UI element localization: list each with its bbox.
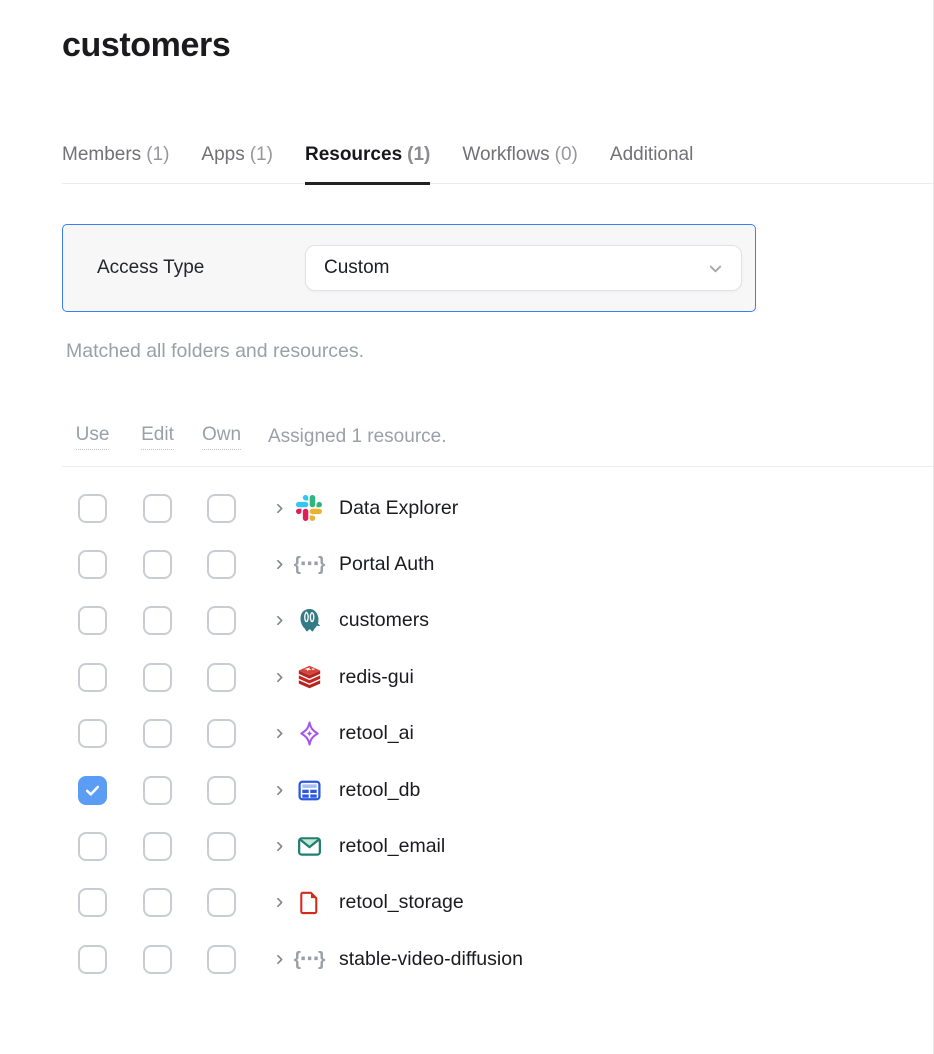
tab-count: (0)	[555, 144, 578, 165]
braces-icon: {⋯}	[295, 551, 323, 579]
postgres-icon	[295, 607, 323, 635]
own-checkbox[interactable]	[207, 494, 236, 523]
edit-checkbox[interactable]	[143, 888, 172, 917]
tab-label: Workflows	[462, 144, 549, 165]
resource-row: retool_storage	[62, 875, 933, 931]
resource-row: retool_db	[62, 762, 933, 818]
chevron-right-icon[interactable]	[273, 502, 286, 515]
resource-row: {⋯} Portal Auth	[62, 536, 933, 592]
chevron-right-icon[interactable]	[273, 784, 286, 797]
use-checkbox[interactable]	[78, 719, 107, 748]
chevron-right-icon[interactable]	[273, 671, 286, 684]
resource-name: customers	[339, 609, 429, 632]
edit-checkbox[interactable]	[143, 719, 172, 748]
resource-row: {⋯} stable-video-diffusion	[62, 931, 933, 987]
chevron-right-icon[interactable]	[273, 614, 286, 627]
resource-list: Data Explorer {⋯} Portal Auth customers …	[62, 480, 933, 988]
resource-row: retool_ai	[62, 706, 933, 762]
tabs: Members(1)Apps(1)Resources(1)Workflows(0…	[62, 144, 933, 184]
use-checkbox[interactable]	[78, 776, 107, 805]
access-type-value: Custom	[324, 257, 389, 279]
own-checkbox[interactable]	[207, 888, 236, 917]
own-checkbox[interactable]	[207, 832, 236, 861]
slack-icon	[295, 494, 323, 522]
edit-checkbox[interactable]	[143, 663, 172, 692]
file-icon	[295, 889, 323, 917]
use-checkbox[interactable]	[78, 550, 107, 579]
page-title: customers	[62, 26, 230, 64]
edit-checkbox[interactable]	[143, 494, 172, 523]
resource-row: retool_email	[62, 818, 933, 874]
resource-name: Data Explorer	[339, 497, 458, 520]
chevron-right-icon[interactable]	[273, 896, 286, 909]
resource-name: stable-video-diffusion	[339, 948, 523, 971]
resource-row: redis-gui	[62, 649, 933, 705]
resource-name: retool_storage	[339, 891, 464, 914]
column-header-edit[interactable]: Edit	[141, 424, 174, 450]
tab-workflows[interactable]: Workflows (0)	[462, 144, 578, 183]
column-header-own[interactable]: Own	[202, 424, 241, 450]
tab-members[interactable]: Members(1)	[62, 144, 169, 183]
edit-checkbox[interactable]	[143, 606, 172, 635]
chevron-right-icon[interactable]	[273, 558, 286, 571]
edit-checkbox[interactable]	[143, 550, 172, 579]
redis-icon	[295, 663, 323, 691]
resource-name: Portal Auth	[339, 553, 434, 576]
assigned-summary: Assigned 1 resource.	[268, 426, 447, 448]
use-checkbox[interactable]	[78, 945, 107, 974]
list-header: Use Edit Own Assigned 1 resource.	[62, 423, 933, 451]
resource-name: retool_ai	[339, 722, 414, 745]
braces-icon: {⋯}	[295, 945, 323, 973]
column-header-use[interactable]: Use	[76, 424, 110, 450]
access-type-select[interactable]: Custom	[305, 245, 742, 291]
use-checkbox[interactable]	[78, 888, 107, 917]
own-checkbox[interactable]	[207, 776, 236, 805]
own-checkbox[interactable]	[207, 550, 236, 579]
tab-label: Members	[62, 144, 141, 165]
use-checkbox[interactable]	[78, 663, 107, 692]
use-checkbox[interactable]	[78, 606, 107, 635]
tab-count: (1)	[407, 144, 430, 165]
own-checkbox[interactable]	[207, 663, 236, 692]
chevron-right-icon[interactable]	[273, 727, 286, 740]
resource-row: customers	[62, 593, 933, 649]
tab-count: (1)	[146, 144, 169, 165]
own-checkbox[interactable]	[207, 945, 236, 974]
chevron-down-icon	[706, 259, 725, 278]
tab-label: Apps	[201, 144, 244, 165]
tab-count: (1)	[250, 144, 273, 165]
edit-checkbox[interactable]	[143, 832, 172, 861]
sparkle-icon	[295, 720, 323, 748]
use-checkbox[interactable]	[78, 832, 107, 861]
edit-checkbox[interactable]	[143, 776, 172, 805]
email-icon	[295, 833, 323, 861]
tab-label: Resources	[305, 144, 402, 165]
chevron-right-icon[interactable]	[273, 953, 286, 966]
own-checkbox[interactable]	[207, 606, 236, 635]
own-checkbox[interactable]	[207, 719, 236, 748]
access-type-label: Access Type	[97, 257, 204, 279]
matched-text: Matched all folders and resources.	[66, 340, 364, 363]
chevron-right-icon[interactable]	[273, 840, 286, 853]
resource-row: Data Explorer	[62, 480, 933, 536]
resource-name: retool_email	[339, 835, 445, 858]
resource-name: retool_db	[339, 779, 420, 802]
divider	[62, 466, 933, 467]
tab-additional[interactable]: Additional	[610, 144, 693, 183]
use-checkbox[interactable]	[78, 494, 107, 523]
tab-label: Additional	[610, 144, 693, 165]
tab-apps[interactable]: Apps (1)	[201, 144, 273, 183]
tab-resources[interactable]: Resources(1)	[305, 144, 430, 183]
access-type-card: Access Type Custom	[62, 224, 756, 312]
table-icon	[295, 776, 323, 804]
edit-checkbox[interactable]	[143, 945, 172, 974]
resource-name: redis-gui	[339, 666, 414, 689]
